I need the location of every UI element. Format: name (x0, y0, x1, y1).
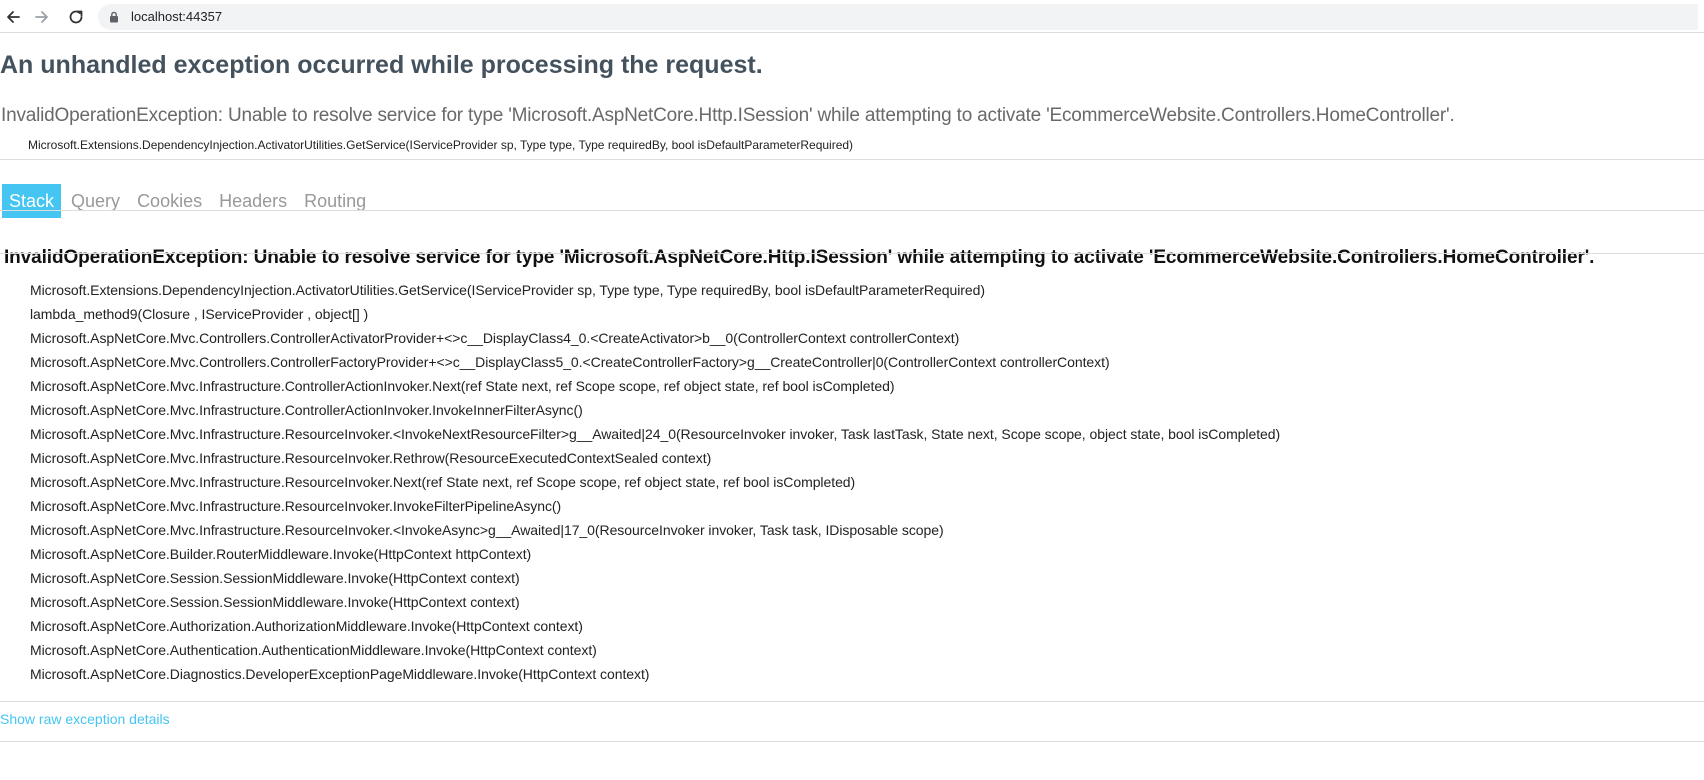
stack-exception-heading: InvalidOperationException: Unable to res… (4, 247, 1595, 268)
stack-frame[interactable]: Microsoft.AspNetCore.Authorization.Autho… (30, 614, 1280, 638)
stack-frame[interactable]: Microsoft.Extensions.DependencyInjection… (30, 278, 1280, 302)
tab-routing[interactable]: Routing (297, 184, 373, 218)
stack-frame[interactable]: Microsoft.AspNetCore.Mvc.Infrastructure.… (30, 470, 1280, 494)
stack-frame[interactable]: Microsoft.AspNetCore.Session.SessionMidd… (30, 590, 1280, 614)
arrow-right-icon (35, 11, 48, 23)
tab-cookies[interactable]: Cookies (130, 184, 209, 218)
tab-bar: Stack Query Cookies Headers Routing (2, 184, 376, 218)
stack-frame[interactable]: Microsoft.AspNetCore.Mvc.Infrastructure.… (30, 398, 1280, 422)
page-title: An unhandled exception occurred while pr… (0, 51, 763, 79)
divider (0, 741, 1704, 742)
stack-frame[interactable]: Microsoft.AspNetCore.Mvc.Infrastructure.… (30, 494, 1280, 518)
stack-frame[interactable]: Microsoft.AspNetCore.Mvc.Infrastructure.… (30, 422, 1280, 446)
tab-stack[interactable]: Stack (2, 184, 62, 218)
divider (0, 701, 1704, 702)
tab-headers[interactable]: Headers (212, 184, 294, 218)
stack-frame-list: Microsoft.Extensions.DependencyInjection… (30, 278, 1280, 686)
stack-frame[interactable]: Microsoft.AspNetCore.Mvc.Infrastructure.… (30, 446, 1280, 470)
stack-frame[interactable]: Microsoft.AspNetCore.Mvc.Infrastructure.… (30, 374, 1280, 398)
forward-button[interactable] (31, 6, 53, 28)
back-button[interactable] (2, 6, 24, 28)
error-page: An unhandled exception occurred while pr… (0, 34, 1704, 780)
browser-toolbar: localhost:44357 (0, 0, 1704, 33)
show-raw-exception-link[interactable]: Show raw exception details (0, 711, 170, 727)
stack-frame[interactable]: Microsoft.AspNetCore.Builder.RouterMiddl… (30, 542, 1280, 566)
arrow-left-icon (7, 11, 20, 23)
stack-frame[interactable]: lambda_method9(Closure , IServiceProvide… (30, 302, 1280, 326)
reload-button[interactable] (65, 6, 87, 28)
stack-frame[interactable]: Microsoft.AspNetCore.Mvc.Controllers.Con… (30, 326, 1280, 350)
divider (0, 253, 1704, 254)
stack-frame[interactable]: Microsoft.AspNetCore.Mvc.Infrastructure.… (30, 518, 1280, 542)
address-bar[interactable]: localhost:44357 (98, 4, 1698, 30)
stack-frame[interactable]: Microsoft.AspNetCore.Session.SessionMidd… (30, 566, 1280, 590)
stack-frame[interactable]: Microsoft.AspNetCore.Mvc.Controllers.Con… (30, 350, 1280, 374)
error-location: Microsoft.Extensions.DependencyInjection… (28, 138, 854, 152)
stack-frame[interactable]: Microsoft.AspNetCore.Authentication.Auth… (30, 638, 1280, 662)
url-text: localhost:44357 (131, 9, 223, 24)
stack-frame[interactable]: Microsoft.AspNetCore.Diagnostics.Develop… (30, 662, 1280, 686)
lock-icon (110, 11, 118, 23)
reload-icon (69, 10, 83, 24)
tab-query[interactable]: Query (64, 184, 127, 218)
error-message: InvalidOperationException: Unable to res… (1, 105, 1455, 126)
divider (0, 210, 1704, 211)
divider (0, 159, 1704, 160)
